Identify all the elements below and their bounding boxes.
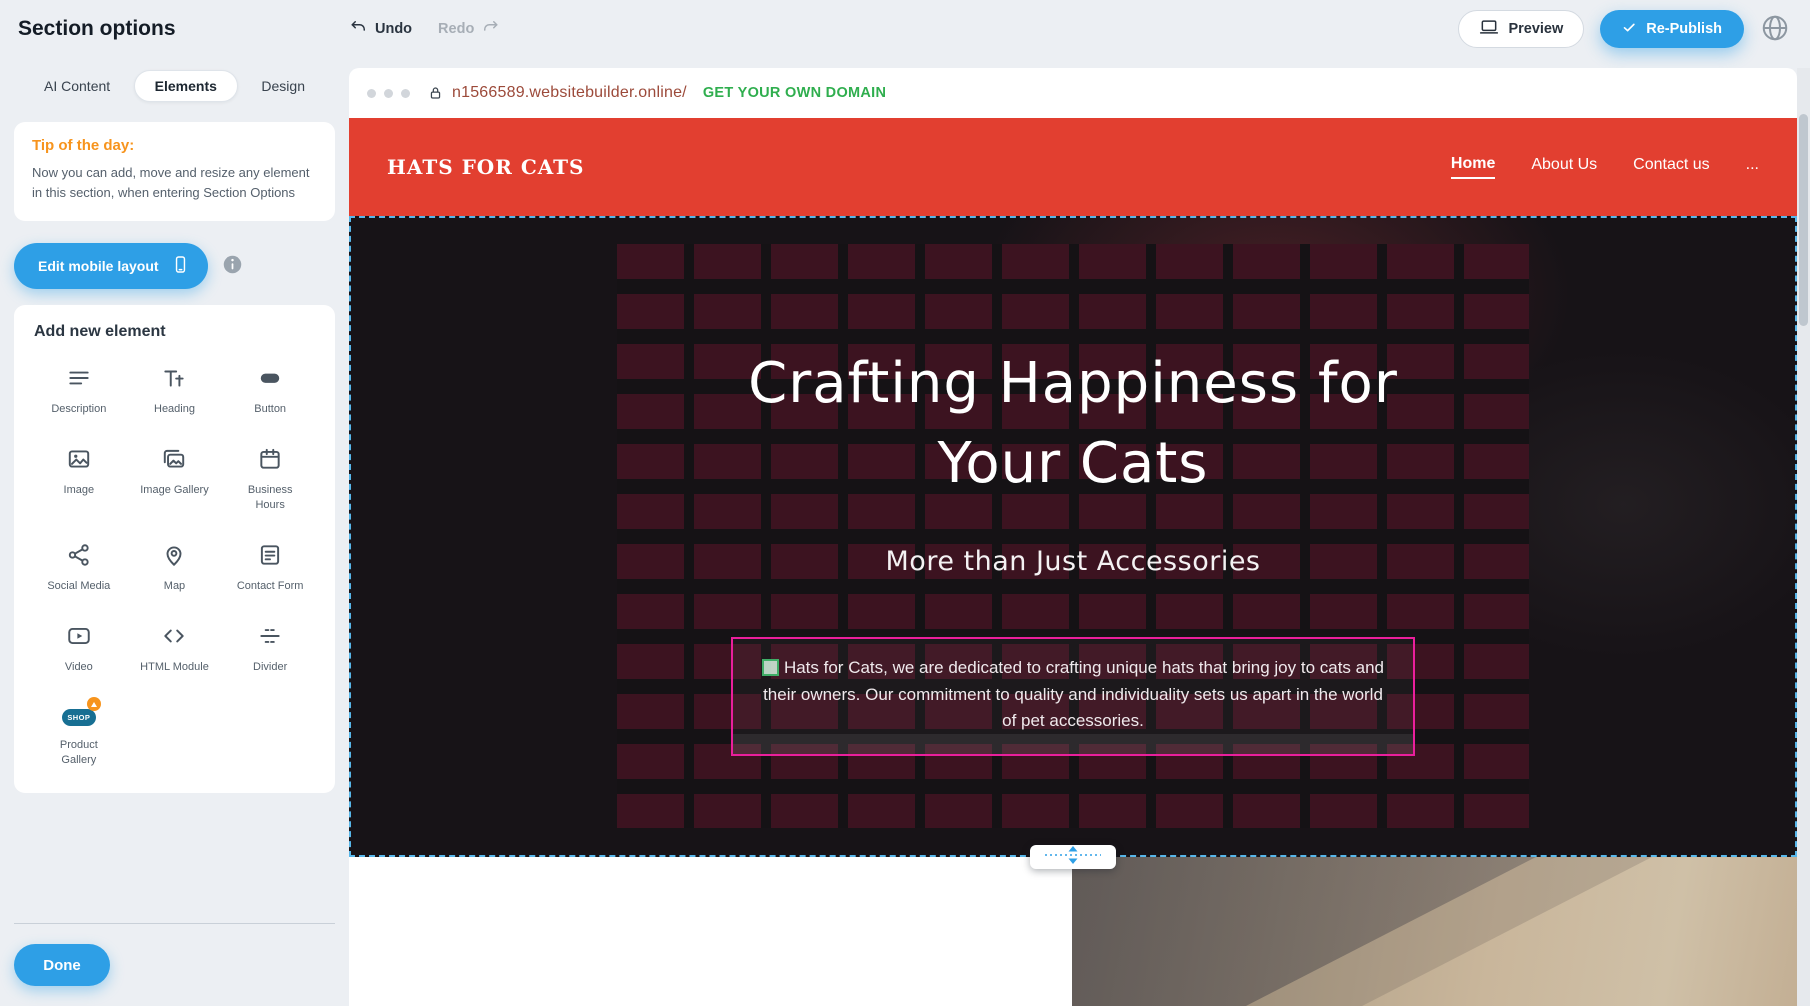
element-contact-form[interactable]: Contact Form [225,542,315,593]
add-element-title: Add new element [34,323,315,341]
element-social-media[interactable]: Social Media [34,542,124,593]
edit-mobile-row: Edit mobile layout [14,243,335,289]
undo-button[interactable]: Undo [350,18,412,40]
business-hours-icon [257,446,283,475]
element-heading[interactable]: Heading [130,365,220,416]
topbar-actions: Preview Re-Publish [1458,10,1790,48]
mobile-phone-icon [171,255,190,277]
shop-upgrade-badge-icon [87,697,101,711]
tip-of-the-day-card: Tip of the day: Now you can add, move an… [14,122,335,221]
preview-button[interactable]: Preview [1458,10,1584,48]
element-business-hours[interactable]: Business Hours [225,446,315,512]
info-button[interactable] [222,254,243,278]
hero-paragraph: Hats for Cats, we are dedicated to craft… [755,655,1391,734]
map-pin-icon [161,542,187,571]
resize-arrows-icon [1041,845,1105,870]
element-video[interactable]: Video [34,623,124,674]
section-resize-handle[interactable] [1030,845,1116,869]
element-grid: Description Heading Button Image [34,365,315,767]
page-title: Section options [18,17,348,41]
element-map[interactable]: Map [130,542,220,593]
site-logo[interactable]: HATS FOR CATS [387,155,584,179]
undo-label: Undo [375,21,412,37]
element-html-module[interactable]: HTML Module [130,623,220,674]
redo-icon [481,18,499,40]
language-button[interactable] [1760,13,1790,46]
code-brackets-icon [161,623,187,652]
description-icon [66,365,92,394]
done-button[interactable]: Done [14,944,110,986]
undo-redo-group: Undo Redo [350,18,499,40]
edit-mobile-label: Edit mobile layout [38,258,159,274]
tip-body: Now you can add, move and resize any ele… [32,163,317,202]
tab-ai-content[interactable]: AI Content [30,71,124,101]
lock-icon [428,85,452,101]
republish-button[interactable]: Re-Publish [1600,10,1744,48]
element-button[interactable]: Button [225,365,315,416]
canvas-scrollbar[interactable] [1797,68,1810,1006]
hero-subheading[interactable]: More than Just Accessories [886,546,1261,577]
image-icon [66,446,92,475]
element-image[interactable]: Image [34,446,124,512]
next-section[interactable] [349,857,1797,1006]
next-section-photo [1072,857,1797,1006]
redo-button[interactable]: Redo [438,18,499,40]
video-icon [66,623,92,652]
hero-heading[interactable]: Crafting Happiness for Your Cats [693,344,1453,504]
hero-section[interactable]: Crafting Happiness for Your Cats More th… [349,216,1797,857]
nav-more-ellipsis[interactable]: ... [1746,156,1759,178]
image-gallery-icon [161,446,187,475]
monitor-icon [1479,17,1499,41]
selected-text-element[interactable]: Hats for Cats, we are dedicated to craft… [731,637,1415,756]
sidebar-bottom: Done [0,923,349,1006]
social-media-icon [66,542,92,571]
window-dots-icon [367,89,410,98]
element-divider[interactable]: Divider [225,623,315,674]
nav-about-us[interactable]: About Us [1531,156,1597,178]
divider-icon [257,623,283,652]
site-header[interactable]: HATS FOR CATS Home About Us Contact us .… [349,118,1797,216]
tab-design[interactable]: Design [247,71,319,101]
product-gallery-icon: SHOP [61,704,97,730]
preview-label: Preview [1508,21,1563,37]
next-section-white-area [349,857,1072,1006]
sidebar-tabs: AI Content Elements Design [0,58,349,106]
shop-pill: SHOP [62,709,96,726]
undo-icon [350,18,368,40]
nav-contact-us[interactable]: Contact us [1633,156,1709,178]
hero-content: Crafting Happiness for Your Cats More th… [349,216,1797,756]
nav-home[interactable]: Home [1451,155,1495,179]
sidebar-divider [14,923,335,924]
contact-form-icon [257,542,283,571]
element-product-gallery[interactable]: SHOP Product Gallery [34,704,124,767]
tab-elements[interactable]: Elements [134,70,238,102]
app-window: Section options Undo Redo Preview Re-Pub… [0,0,1810,1006]
website-preview: HATS FOR CATS Home About Us Contact us .… [349,118,1797,1006]
globe-icon [1760,13,1790,46]
element-image-gallery[interactable]: Image Gallery [130,446,220,512]
info-icon [222,254,243,278]
heading-icon [161,365,187,394]
section-options-sidebar: AI Content Elements Design Tip of the da… [0,58,349,1006]
republish-label: Re-Publish [1646,21,1722,37]
element-description[interactable]: Description [34,365,124,416]
get-domain-link[interactable]: GET YOUR OWN DOMAIN [703,85,886,101]
button-icon [257,365,283,394]
add-element-card: Add new element Description Heading Butt… [14,305,335,793]
check-icon [1622,20,1637,39]
browser-bar: n1566589.websitebuilder.online/ GET YOUR… [349,68,1797,118]
edit-mobile-layout-button[interactable]: Edit mobile layout [14,243,208,289]
editor-canvas: n1566589.websitebuilder.online/ GET YOUR… [349,58,1810,1006]
site-nav: Home About Us Contact us ... [1451,155,1759,179]
editor-topbar: Section options Undo Redo Preview Re-Pub… [0,0,1810,58]
site-url: n1566589.websitebuilder.online/ [452,84,687,102]
scrollbar-thumb[interactable] [1799,114,1808,326]
redo-label: Redo [438,21,474,37]
text-selection-handle[interactable] [762,659,779,676]
tip-title: Tip of the day: [32,137,317,154]
